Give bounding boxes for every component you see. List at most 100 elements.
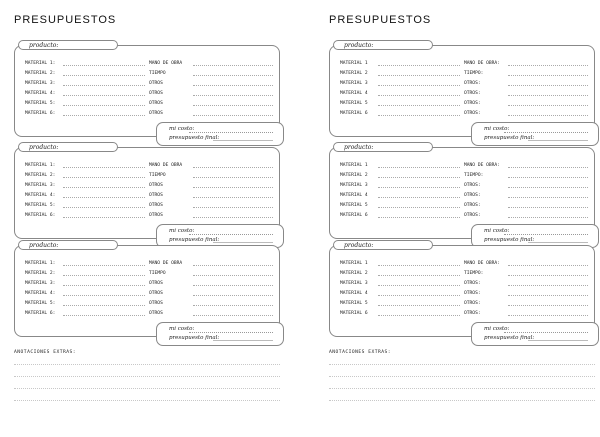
material-dots[interactable] (378, 275, 460, 276)
note-line[interactable] (329, 364, 595, 365)
material-dots[interactable] (378, 167, 460, 168)
my-cost-line[interactable] (504, 234, 588, 235)
final-budget-line[interactable] (528, 140, 588, 141)
extra-dots[interactable] (193, 197, 273, 198)
extra-dots[interactable] (193, 115, 273, 116)
cost-row: MATERIAL 1: MANO DE OBRA (25, 60, 275, 68)
cost-row: MATERIAL 1 MANO DE OBRA: (340, 162, 590, 170)
extra-label: TIEMPO (149, 71, 166, 76)
extra-dots[interactable] (508, 285, 588, 286)
extra-dots[interactable] (508, 177, 588, 178)
extra-dots[interactable] (193, 167, 273, 168)
extra-dots[interactable] (193, 305, 273, 306)
extra-dots[interactable] (508, 207, 588, 208)
extra-dots[interactable] (193, 75, 273, 76)
material-dots[interactable] (63, 65, 145, 66)
extra-dots[interactable] (508, 187, 588, 188)
extra-dots[interactable] (508, 75, 588, 76)
material-dots[interactable] (378, 315, 460, 316)
material-dots[interactable] (378, 85, 460, 86)
my-cost-line[interactable] (189, 234, 273, 235)
my-cost-line[interactable] (189, 332, 273, 333)
material-dots[interactable] (378, 295, 460, 296)
extra-dots[interactable] (193, 65, 273, 66)
material-dots[interactable] (378, 95, 460, 96)
material-dots[interactable] (378, 115, 460, 116)
material-dots[interactable] (63, 315, 145, 316)
note-line[interactable] (14, 376, 280, 377)
extra-dots[interactable] (508, 305, 588, 306)
material-dots[interactable] (378, 187, 460, 188)
material-dots[interactable] (63, 75, 145, 76)
material-dots[interactable] (63, 115, 145, 116)
note-line[interactable] (329, 388, 595, 389)
note-line[interactable] (14, 364, 280, 365)
extra-dots[interactable] (508, 95, 588, 96)
material-label: MATERIAL 2 (340, 271, 368, 276)
note-line[interactable] (329, 400, 595, 401)
material-dots[interactable] (63, 105, 145, 106)
material-dots[interactable] (63, 207, 145, 208)
extra-dots[interactable] (193, 105, 273, 106)
extra-dots[interactable] (508, 217, 588, 218)
material-dots[interactable] (378, 75, 460, 76)
product-tab: producto: (333, 240, 433, 250)
extra-label: OTROS: (464, 101, 481, 106)
extra-label: OTROS (149, 301, 163, 306)
material-dots[interactable] (63, 85, 145, 86)
material-dots[interactable] (63, 95, 145, 96)
final-budget-line[interactable] (528, 340, 588, 341)
material-dots[interactable] (63, 295, 145, 296)
material-dots[interactable] (378, 177, 460, 178)
extra-dots[interactable] (193, 187, 273, 188)
material-dots[interactable] (378, 65, 460, 66)
note-line[interactable] (14, 400, 280, 401)
material-dots[interactable] (63, 285, 145, 286)
extra-dots[interactable] (193, 295, 273, 296)
material-dots[interactable] (378, 105, 460, 106)
note-line[interactable] (14, 388, 280, 389)
extra-dots[interactable] (193, 177, 273, 178)
extra-dots[interactable] (508, 65, 588, 66)
note-line[interactable] (329, 376, 595, 377)
extra-dots[interactable] (508, 275, 588, 276)
material-label: MATERIAL 3 (340, 81, 368, 86)
extra-dots[interactable] (508, 295, 588, 296)
extra-dots[interactable] (508, 115, 588, 116)
extra-dots[interactable] (508, 197, 588, 198)
my-cost-line[interactable] (504, 132, 588, 133)
material-dots[interactable] (63, 167, 145, 168)
material-label: MATERIAL 1: (25, 163, 56, 168)
extra-dots[interactable] (508, 167, 588, 168)
extra-dots[interactable] (508, 265, 588, 266)
material-dots[interactable] (378, 197, 460, 198)
material-dots[interactable] (378, 207, 460, 208)
material-dots[interactable] (63, 265, 145, 266)
extra-dots[interactable] (193, 315, 273, 316)
material-dots[interactable] (63, 187, 145, 188)
material-dots[interactable] (378, 265, 460, 266)
extra-dots[interactable] (508, 315, 588, 316)
final-budget-line[interactable] (213, 140, 273, 141)
extra-dots[interactable] (193, 275, 273, 276)
cost-row: MATERIAL 1 MANO DE OBRA: (340, 260, 590, 268)
extra-dots[interactable] (193, 95, 273, 96)
my-cost-line[interactable] (189, 132, 273, 133)
my-cost-line[interactable] (504, 332, 588, 333)
material-dots[interactable] (378, 217, 460, 218)
material-dots[interactable] (63, 217, 145, 218)
material-dots[interactable] (63, 275, 145, 276)
material-dots[interactable] (63, 197, 145, 198)
material-dots[interactable] (378, 305, 460, 306)
extra-dots[interactable] (193, 217, 273, 218)
extra-dots[interactable] (193, 207, 273, 208)
material-dots[interactable] (378, 285, 460, 286)
extra-dots[interactable] (193, 265, 273, 266)
material-dots[interactable] (63, 305, 145, 306)
extra-dots[interactable] (508, 85, 588, 86)
material-dots[interactable] (63, 177, 145, 178)
extra-dots[interactable] (193, 285, 273, 286)
final-budget-line[interactable] (213, 340, 273, 341)
extra-dots[interactable] (193, 85, 273, 86)
extra-dots[interactable] (508, 105, 588, 106)
